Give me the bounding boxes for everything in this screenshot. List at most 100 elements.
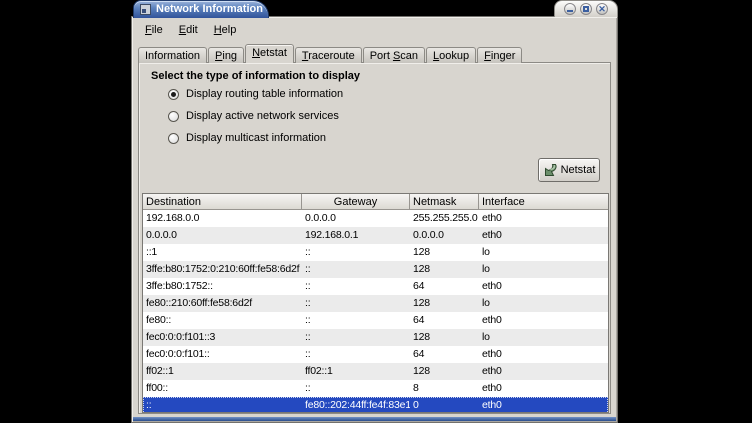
column-header-interface[interactable]: Interface (479, 194, 608, 210)
menu-bar: FileEditHelp (137, 21, 244, 39)
routing-table-row[interactable]: 0.0.0.0192.168.0.10.0.0.0eth0 (143, 227, 608, 244)
info-type-options: Display routing table information Display… (168, 87, 343, 153)
cell-destination: 3ffe:b80:1752:: (143, 278, 302, 295)
cell-interface: eth0 (479, 278, 608, 295)
cell-interface: lo (479, 261, 608, 278)
cell-gateway: fe80::202:44ff:fe4f:83e1 (302, 397, 410, 413)
routing-table-header: DestinationGatewayNetmaskInterface (143, 194, 608, 210)
network-information-window: Network Information ✕ FileEditHelp Infor… (131, 0, 618, 423)
column-header-destination[interactable]: Destination (143, 194, 302, 210)
routing-table-row[interactable]: fec0:0:0:f101::3::128lo (143, 329, 608, 346)
cell-gateway: :: (302, 295, 410, 312)
column-header-netmask[interactable]: Netmask (410, 194, 479, 210)
tab-traceroute[interactable]: Traceroute (295, 47, 362, 63)
cell-netmask: 128 (410, 363, 479, 380)
netstat-button[interactable]: Netstat (538, 158, 600, 182)
option-label: Display routing table information (186, 88, 343, 101)
tab-bar: InformationPingNetstatTraceroutePort Sca… (138, 44, 523, 63)
routing-table-row[interactable]: ::1::128lo (143, 244, 608, 261)
routing-table-row[interactable]: 3ffe:b80:1752::::64eth0 (143, 278, 608, 295)
routing-table: DestinationGatewayNetmaskInterface 192.1… (142, 193, 609, 413)
option-display-routing-table-information[interactable]: Display routing table information (168, 87, 343, 101)
title-bar[interactable]: Network Information (133, 0, 269, 18)
tab-port-scan[interactable]: Port Scan (363, 47, 425, 63)
routing-table-row-selected[interactable]: ::fe80::202:44ff:fe4f:83e10eth0 (143, 397, 608, 413)
cell-interface: eth0 (479, 363, 608, 380)
routing-table-row[interactable]: ff02::1ff02::1128eth0 (143, 363, 608, 380)
cell-gateway: 192.168.0.1 (302, 227, 410, 244)
routing-table-row[interactable]: ff00::::8eth0 (143, 380, 608, 397)
cell-netmask: 8 (410, 380, 479, 397)
routing-table-row[interactable]: 192.168.0.00.0.0.0255.255.255.0eth0 (143, 210, 608, 227)
netstat-arrow-icon (543, 163, 558, 177)
menu-item-edit[interactable]: Edit (171, 22, 206, 39)
cell-gateway: ff02::1 (302, 363, 410, 380)
menu-item-file[interactable]: File (137, 22, 171, 39)
cell-destination: fec0:0:0:f101::3 (143, 329, 302, 346)
cell-netmask: 0.0.0.0 (410, 227, 479, 244)
window-controls: ✕ (554, 0, 618, 17)
cell-interface: eth0 (479, 210, 608, 227)
cell-netmask: 0 (410, 397, 479, 413)
tab-lookup[interactable]: Lookup (426, 47, 476, 63)
close-button[interactable]: ✕ (596, 3, 608, 15)
cell-netmask: 128 (410, 295, 479, 312)
cell-gateway: :: (302, 329, 410, 346)
cell-destination: ff02::1 (143, 363, 302, 380)
cell-destination: 0.0.0.0 (143, 227, 302, 244)
minimize-icon (567, 10, 573, 12)
option-display-multicast-information[interactable]: Display multicast information (168, 131, 343, 145)
routing-table-row[interactable]: 3ffe:b80:1752:0:210:60ff:fe58:6d2f::128l… (143, 261, 608, 278)
option-display-active-network-services[interactable]: Display active network services (168, 109, 343, 123)
radio-button[interactable] (168, 111, 179, 122)
cell-gateway: :: (302, 346, 410, 363)
window-bottom-border (133, 417, 616, 421)
radio-button[interactable] (168, 133, 179, 144)
cell-netmask: 255.255.255.0 (410, 210, 479, 227)
window-body: FileEditHelp InformationPingNetstatTrace… (131, 16, 618, 423)
cell-destination: ::1 (143, 244, 302, 261)
cell-destination: fec0:0:0:f101:: (143, 346, 302, 363)
routing-table-row[interactable]: fe80::210:60ff:fe58:6d2f::128lo (143, 295, 608, 312)
cell-interface: eth0 (479, 346, 608, 363)
cell-gateway: 0.0.0.0 (302, 210, 410, 227)
maximize-icon (583, 6, 589, 12)
cell-gateway: :: (302, 380, 410, 397)
menu-item-help[interactable]: Help (206, 22, 245, 39)
minimize-button[interactable] (564, 3, 576, 15)
tab-information[interactable]: Information (138, 47, 207, 63)
cell-interface: lo (479, 329, 608, 346)
cell-gateway: :: (302, 278, 410, 295)
cell-netmask: 128 (410, 244, 479, 261)
maximize-button[interactable] (580, 3, 592, 15)
cell-destination: fe80:: (143, 312, 302, 329)
window-title: Network Information (156, 4, 263, 15)
option-label: Display active network services (186, 110, 339, 123)
cell-destination: 192.168.0.0 (143, 210, 302, 227)
cell-interface: eth0 (479, 380, 608, 397)
column-header-gateway[interactable]: Gateway (302, 194, 410, 210)
close-icon: ✕ (597, 4, 607, 14)
section-heading: Select the type of information to displa… (151, 70, 360, 82)
cell-interface: eth0 (479, 227, 608, 244)
tab-ping[interactable]: Ping (208, 47, 244, 63)
cell-destination: ff00:: (143, 380, 302, 397)
cell-netmask: 64 (410, 312, 479, 329)
cell-destination: :: (143, 397, 302, 413)
tab-netstat[interactable]: Netstat (245, 44, 294, 63)
routing-table-body: 192.168.0.00.0.0.0255.255.255.0eth00.0.0… (143, 210, 608, 413)
cell-gateway: :: (302, 312, 410, 329)
netstat-tab-page: Select the type of information to displa… (138, 62, 611, 414)
cell-gateway: :: (302, 261, 410, 278)
network-information-app-icon (140, 4, 151, 15)
routing-table-row[interactable]: fec0:0:0:f101::::64eth0 (143, 346, 608, 363)
cell-interface: eth0 (479, 397, 608, 413)
radio-button-selected[interactable] (168, 89, 179, 100)
cell-gateway: :: (302, 244, 410, 261)
routing-table-row[interactable]: fe80::::64eth0 (143, 312, 608, 329)
tab-finger[interactable]: Finger (477, 47, 522, 63)
cell-netmask: 64 (410, 346, 479, 363)
cell-netmask: 128 (410, 329, 479, 346)
cell-destination: fe80::210:60ff:fe58:6d2f (143, 295, 302, 312)
cell-netmask: 128 (410, 261, 479, 278)
